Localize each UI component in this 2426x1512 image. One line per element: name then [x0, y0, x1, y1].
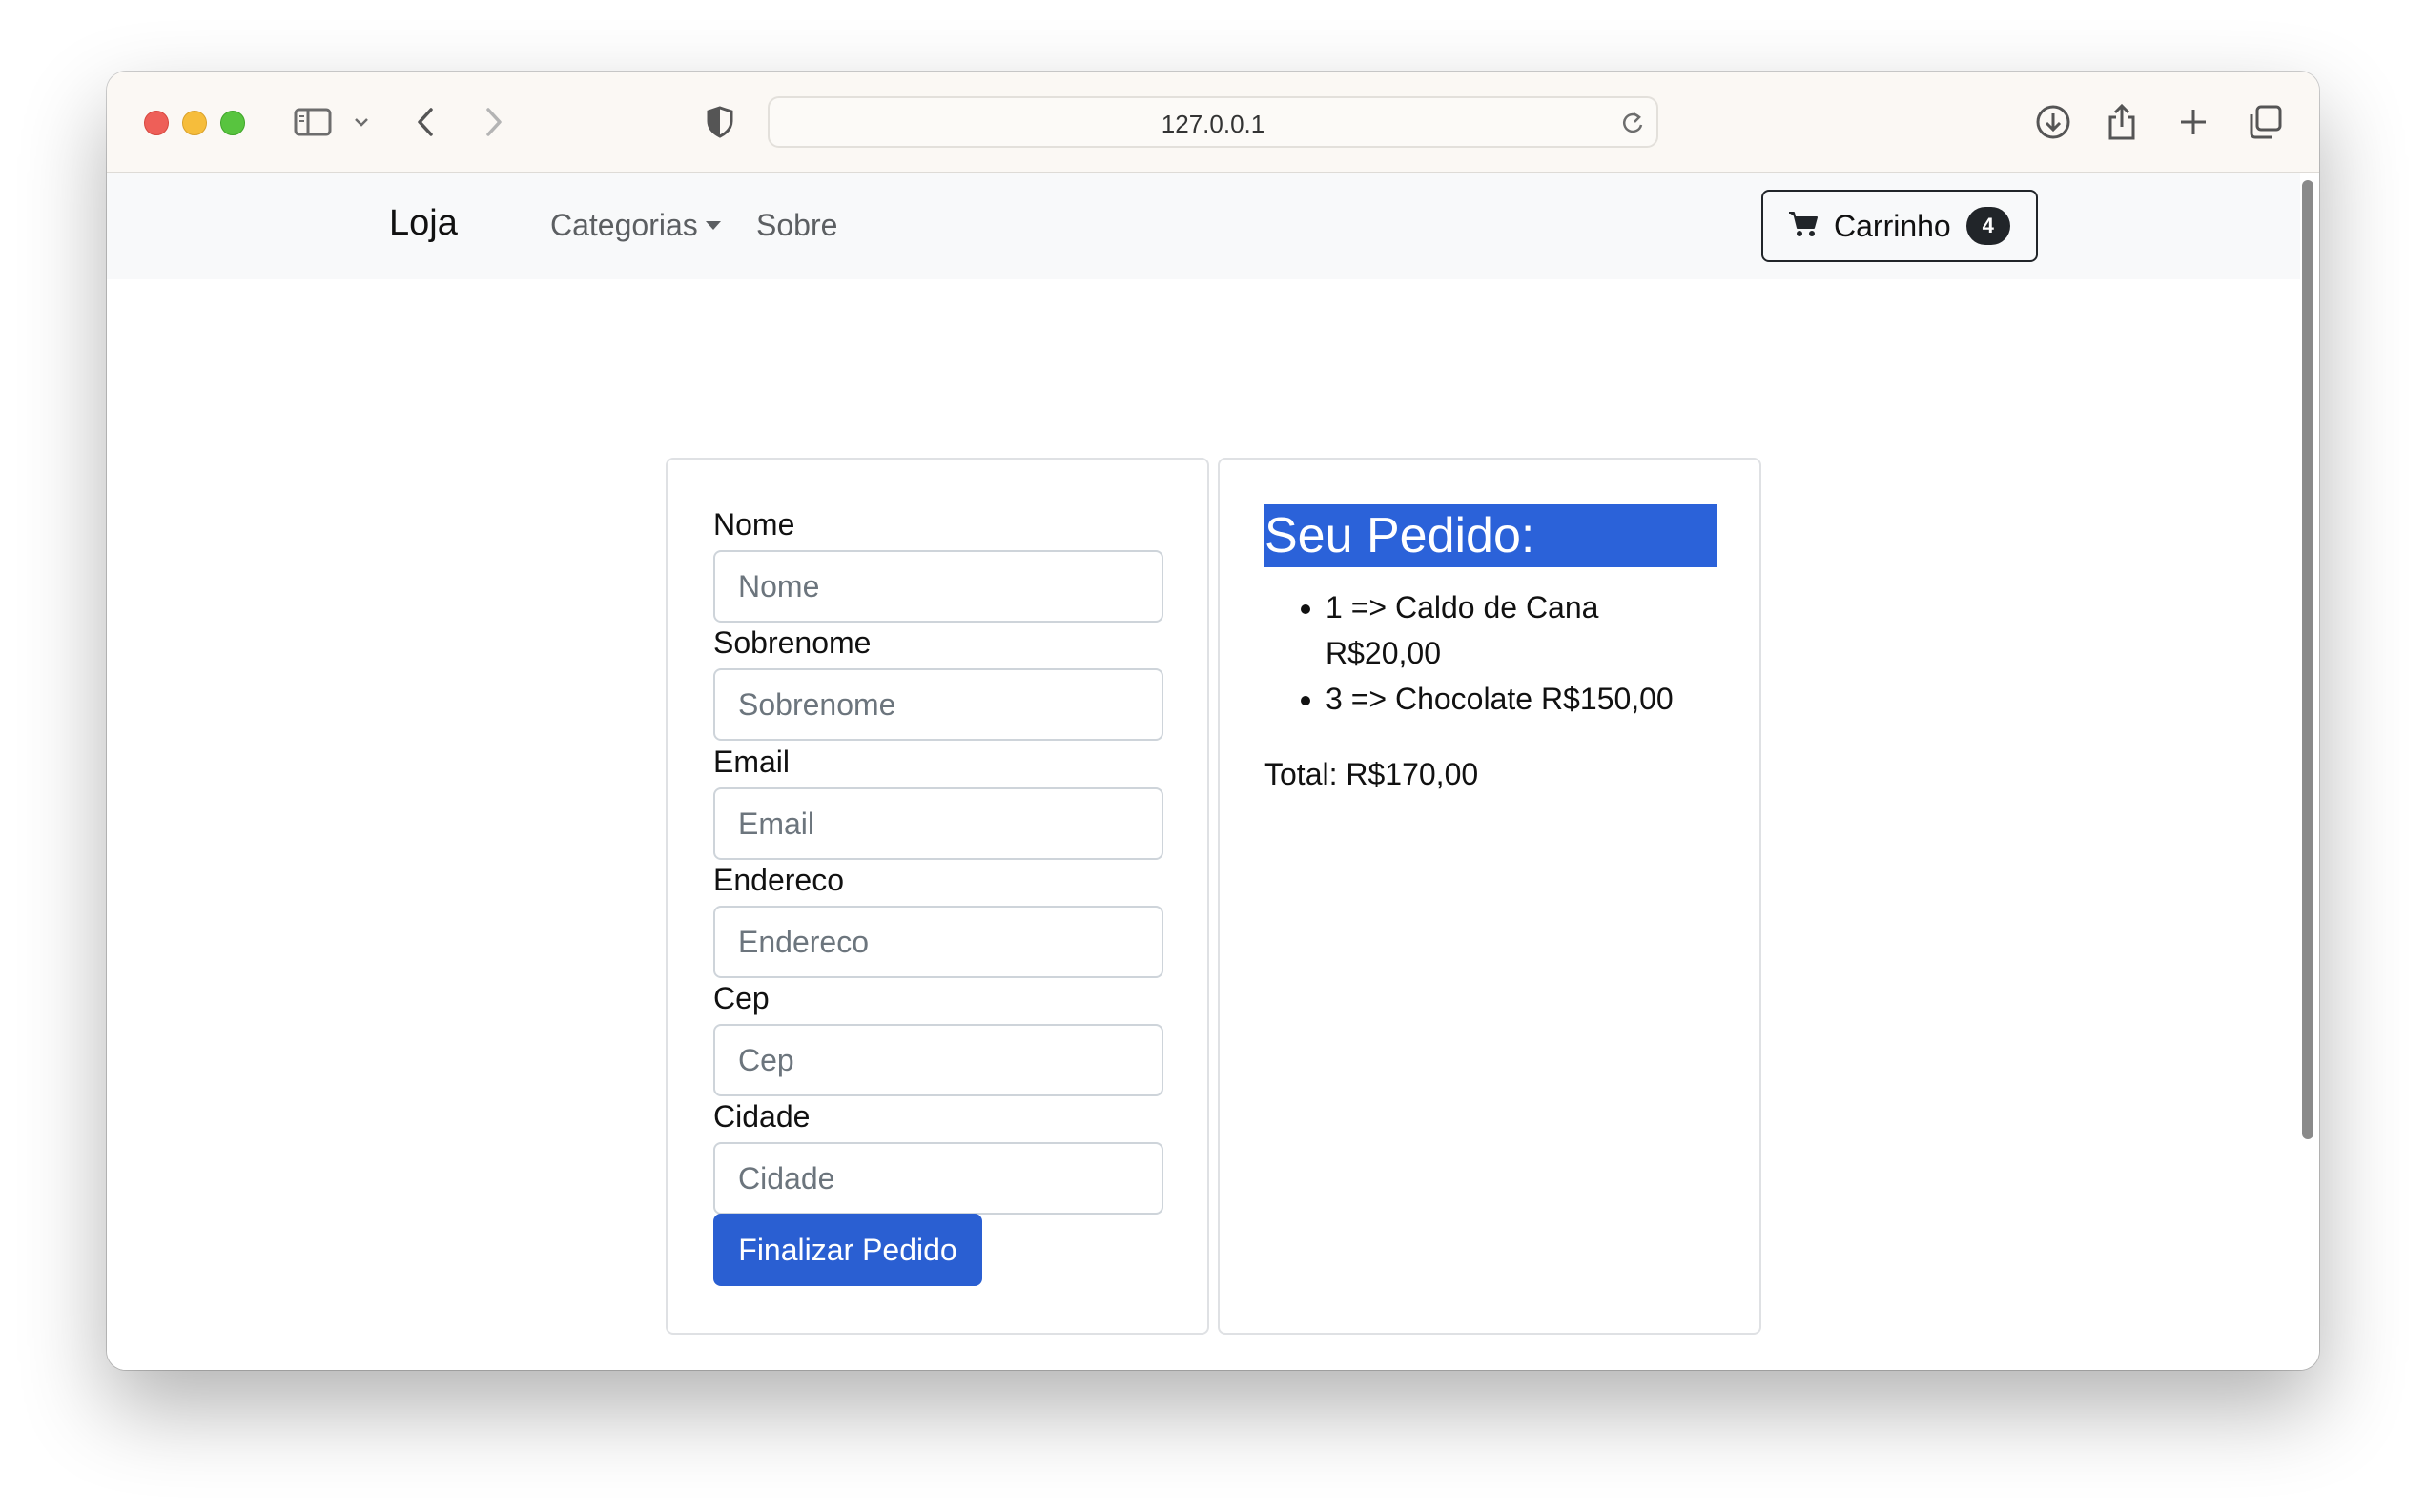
download-icon[interactable]	[2035, 100, 2071, 144]
url-text: 127.0.0.1	[1161, 110, 1265, 138]
chevron-down-icon[interactable]	[353, 100, 370, 144]
sobrenome-label: Sobrenome	[713, 625, 872, 660]
sobrenome-input[interactable]	[713, 668, 1163, 741]
cidade-label: Cidade	[713, 1099, 811, 1134]
new-tab-icon[interactable]	[2178, 100, 2209, 144]
email-label: Email	[713, 745, 791, 779]
page-viewport: Loja Categorias Sobre Carrinho 4 Nome So…	[107, 173, 2319, 1370]
sidebar-icon[interactable]	[294, 100, 332, 144]
nav-sobre-link[interactable]: Sobre	[756, 208, 837, 243]
reload-icon[interactable]	[1620, 110, 1645, 141]
cep-label: Cep	[713, 981, 770, 1015]
order-item: 3 => Chocolate R$150,00	[1326, 676, 1717, 722]
minimize-window-button[interactable]	[182, 111, 207, 135]
order-items-list: 1 => Caldo de Cana R$20,00 3 => Chocolat…	[1264, 584, 1717, 722]
address-bar[interactable]: 127.0.0.1	[768, 96, 1658, 148]
nome-label: Nome	[713, 507, 795, 541]
order-total: Total: R$170,00	[1264, 757, 1479, 791]
cart-icon	[1788, 210, 1819, 243]
email-input[interactable]	[713, 787, 1163, 860]
cart-label: Carrinho	[1834, 208, 1951, 243]
forward-icon[interactable]	[483, 100, 505, 144]
zoom-window-button[interactable]	[220, 111, 245, 135]
order-summary-card: Seu Pedido: 1 => Caldo de Cana R$20,00 3…	[1218, 458, 1761, 1335]
cart-button[interactable]: Carrinho 4	[1761, 190, 2038, 262]
cart-count-badge: 4	[1965, 207, 2010, 245]
cep-input[interactable]	[713, 1024, 1163, 1096]
caret-down-icon	[705, 221, 721, 230]
site-navbar: Loja Categorias Sobre Carrinho 4	[107, 173, 2300, 279]
nome-input[interactable]	[713, 550, 1163, 623]
share-icon[interactable]	[2106, 100, 2138, 144]
order-title: Seu Pedido:	[1264, 504, 1717, 567]
tab-overview-icon[interactable]	[2247, 100, 2283, 144]
order-item: 1 => Caldo de Cana R$20,00	[1326, 584, 1717, 676]
cidade-input[interactable]	[713, 1142, 1163, 1215]
endereco-label: Endereco	[713, 863, 844, 897]
shield-icon[interactable]	[706, 100, 734, 144]
finalizar-pedido-button[interactable]: Finalizar Pedido	[713, 1214, 982, 1286]
browser-toolbar: 127.0.0.1	[107, 72, 2319, 173]
browser-window: 127.0.0.1 Loja Categorias Sobre Carrinho…	[107, 72, 2319, 1370]
nav-categorias-label: Categorias	[550, 208, 698, 242]
back-icon[interactable]	[414, 100, 437, 144]
nav-categorias-dropdown[interactable]: Categorias	[550, 208, 721, 243]
checkout-form-card: Nome Sobrenome Email Endereco Cep Cidade…	[666, 458, 1209, 1335]
brand-link[interactable]: Loja	[389, 203, 458, 244]
page-scrollbar[interactable]	[2302, 180, 2313, 1139]
endereco-input[interactable]	[713, 906, 1163, 978]
close-window-button[interactable]	[144, 111, 169, 135]
